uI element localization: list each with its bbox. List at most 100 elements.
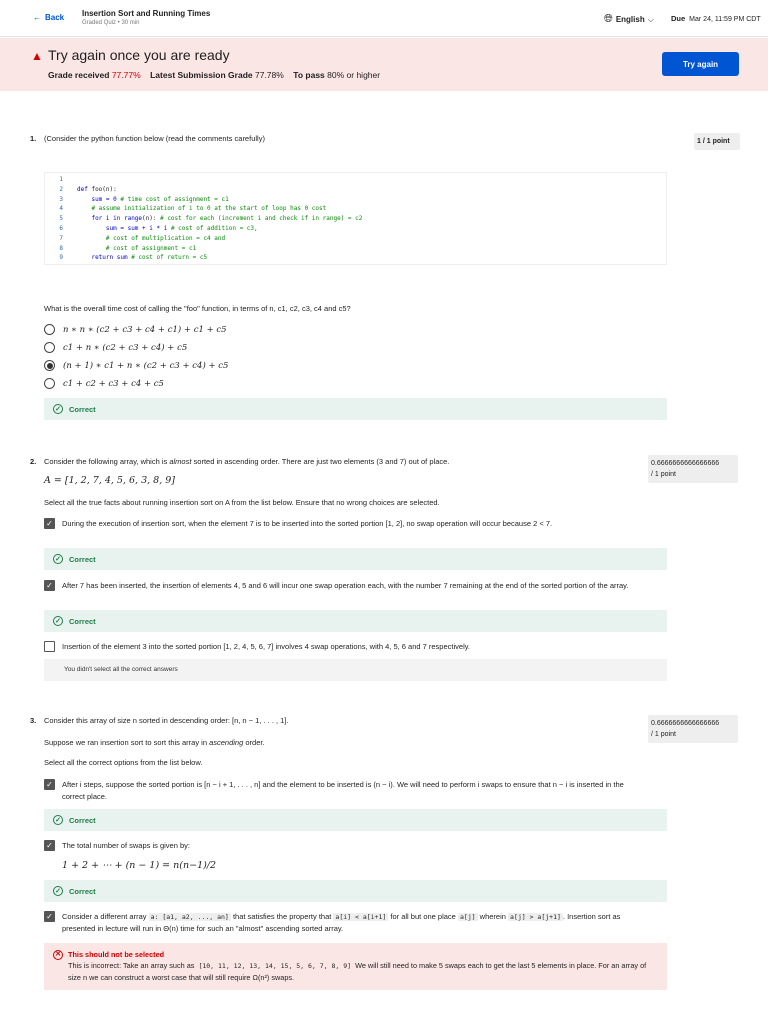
code-token: # assume initialization of i to 0 at the… <box>91 205 327 213</box>
code-token: return sum <box>91 254 132 262</box>
quiz-title: Insertion Sort and Running Times <box>82 9 211 18</box>
radio-button[interactable] <box>44 378 55 389</box>
code-token: (n): <box>142 215 161 223</box>
try-again-button[interactable]: Try again <box>662 52 739 76</box>
array-formula: A = [1, 2, 7, 4, 5, 6, 3, 8, 9] <box>44 475 175 486</box>
back-link[interactable]: ← Back <box>33 13 64 22</box>
radio-option[interactable]: n ∗ n ∗ (c2 + c3 + c4 + c1) + c1 + c5 <box>44 324 227 335</box>
option-label: n ∗ n ∗ (c2 + c3 + c4 + c1) + c1 + c5 <box>63 324 227 335</box>
x-circle-icon: ✕ <box>53 949 63 960</box>
code-line: 6 sum = sum + i * i # cost of addition =… <box>45 225 666 235</box>
feedback-incorrect: ✕ This should not be selected This is inc… <box>44 943 667 990</box>
radio-option[interactable]: c1 + c2 + c3 + c4 + c5 <box>44 378 164 389</box>
result-banner: ▲ Try again once you are ready Grade rec… <box>0 38 768 91</box>
checkbox-option[interactable]: ✓ During the execution of insertion sort,… <box>44 518 644 530</box>
code-line: 3 sum = 0 # time cost of assignment = c1 <box>45 196 666 206</box>
score-badge: 0.6666666666666666/ 1 point <box>648 455 738 483</box>
score-badge: 0.6666666666666666/ 1 point <box>648 715 738 743</box>
feedback-missed: You didn't select all the correct answer… <box>44 659 667 681</box>
checkbox-checked[interactable]: ✓ <box>44 840 55 851</box>
code-line: 4 # assume initialization of i to 0 at t… <box>45 205 666 215</box>
radio-button[interactable] <box>44 360 55 371</box>
due-date: Due Mar 24, 11:59 PM CDT <box>671 14 761 23</box>
arrow-left-icon: ← <box>33 13 41 22</box>
warning-icon: ▲ <box>31 49 43 63</box>
code-line: 8 # cost of assignment = c1 <box>45 245 666 255</box>
checkbox-option[interactable]: ✓ After 7 has been inserted, the insertio… <box>44 580 644 592</box>
code-token: # cost for each (increment i and check i… <box>160 215 363 223</box>
question-number: 2. <box>30 457 37 466</box>
question-text: What is the overall time cost of calling… <box>44 304 351 313</box>
line-number: 6 <box>59 224 63 232</box>
code-token: # cost of assignment = c1 <box>105 244 197 252</box>
option-label: c1 + c2 + c3 + c4 + c5 <box>63 378 164 389</box>
code-token: # cost of multiplication = c4 and <box>105 234 226 242</box>
code-line: 9 return sum # cost of return = c5 <box>45 254 666 264</box>
top-header: ← Back Insertion Sort and Running Times G… <box>0 0 768 37</box>
feedback-correct: ✓ Correct <box>44 809 667 831</box>
code-block: 1 2 def foo(n): 3 sum = 0 # time cost of as… <box>44 172 667 265</box>
check-circle-icon: ✓ <box>53 886 63 896</box>
option-label: (n + 1) ∗ c1 + n ∗ (c2 + c3 + c4) + c5 <box>63 360 229 371</box>
code-token: sum = sum + i * i <box>105 224 171 232</box>
quiz-subtitle: Graded Quiz • 30 min <box>82 20 140 26</box>
radio-option[interactable]: c1 + n ∗ (c2 + c3 + c4) + c5 <box>44 342 187 353</box>
radio-button[interactable] <box>44 324 55 335</box>
check-circle-icon: ✓ <box>53 815 63 825</box>
checkbox-option[interactable]: ✓ The total number of swaps is given by: <box>44 840 644 852</box>
feedback-correct: ✓ Correct <box>44 880 667 902</box>
checkbox-option[interactable]: ✓ After i steps, suppose the sorted porti… <box>44 779 644 803</box>
option-label: c1 + n ∗ (c2 + c3 + c4) + c5 <box>63 342 188 353</box>
checkbox-checked[interactable]: ✓ <box>44 779 55 790</box>
code-line: 2 def foo(n): <box>45 186 666 196</box>
line-number: 9 <box>59 254 63 262</box>
radio-button[interactable] <box>44 342 55 353</box>
code-token: sum = 0 <box>91 195 121 203</box>
feedback-correct: ✓ Correct <box>44 548 667 570</box>
instruction: Select all the true facts about running … <box>44 498 440 507</box>
code-line: 1 <box>45 176 666 186</box>
code-token: foo(n): <box>91 185 117 193</box>
checkbox-checked[interactable]: ✓ <box>44 911 55 922</box>
code-line: 7 # cost of multiplication = c4 and <box>45 235 666 245</box>
banner-heading: Try again once you are ready <box>48 47 230 63</box>
chevron-down-icon: ⌵ <box>647 14 654 24</box>
check-circle-icon: ✓ <box>53 554 63 564</box>
line-number: 1 <box>59 176 63 183</box>
question-prompt: Consider this array of size n sorted in … <box>44 716 289 725</box>
code-token: # cost of addition = c3, <box>170 224 258 232</box>
code-token: # cost of return = c5 <box>131 254 208 262</box>
checkbox-option[interactable]: Insertion of the element 3 into the sort… <box>44 641 644 653</box>
question-number: 1. <box>30 134 37 143</box>
feedback-correct: ✓ Correct <box>44 610 667 632</box>
line-number: 4 <box>59 205 63 213</box>
line-number: 2 <box>59 185 63 193</box>
radio-option[interactable]: (n + 1) ∗ c1 + n ∗ (c2 + c3 + c4) + c5 <box>44 360 228 371</box>
globe-icon: 🌐︎ <box>604 13 613 25</box>
check-circle-icon: ✓ <box>53 404 63 414</box>
feedback-correct: ✓ Correct <box>44 398 667 420</box>
code-token: # time cost of assignment = c1 <box>120 195 229 203</box>
checkbox-checked[interactable]: ✓ <box>44 518 55 529</box>
checkbox-unchecked[interactable] <box>44 641 55 652</box>
code-token: for i in range <box>91 215 143 223</box>
language-selector[interactable]: 🌐︎ English ⌵ <box>604 13 654 26</box>
checkbox-checked[interactable]: ✓ <box>44 580 55 591</box>
instruction: Select all the correct options from the … <box>44 758 203 767</box>
question-prompt: (Consider the python function below (rea… <box>44 134 265 143</box>
code-line: 5 for i in range (n): # cost for each (in… <box>45 215 666 225</box>
score-badge: 1 / 1 point <box>694 133 740 150</box>
question-text: Suppose we ran insertion sort to sort th… <box>44 738 265 747</box>
line-number: 5 <box>59 215 63 223</box>
question-prompt: Consider the following array, which is a… <box>44 457 450 466</box>
line-number: 7 <box>59 234 63 242</box>
checkbox-option[interactable]: ✓ Consider a different array a: [a1, a2, … <box>44 911 654 935</box>
line-number: 3 <box>59 195 63 203</box>
grade-summary: Grade received 77.77% Latest Submission … <box>48 70 381 80</box>
